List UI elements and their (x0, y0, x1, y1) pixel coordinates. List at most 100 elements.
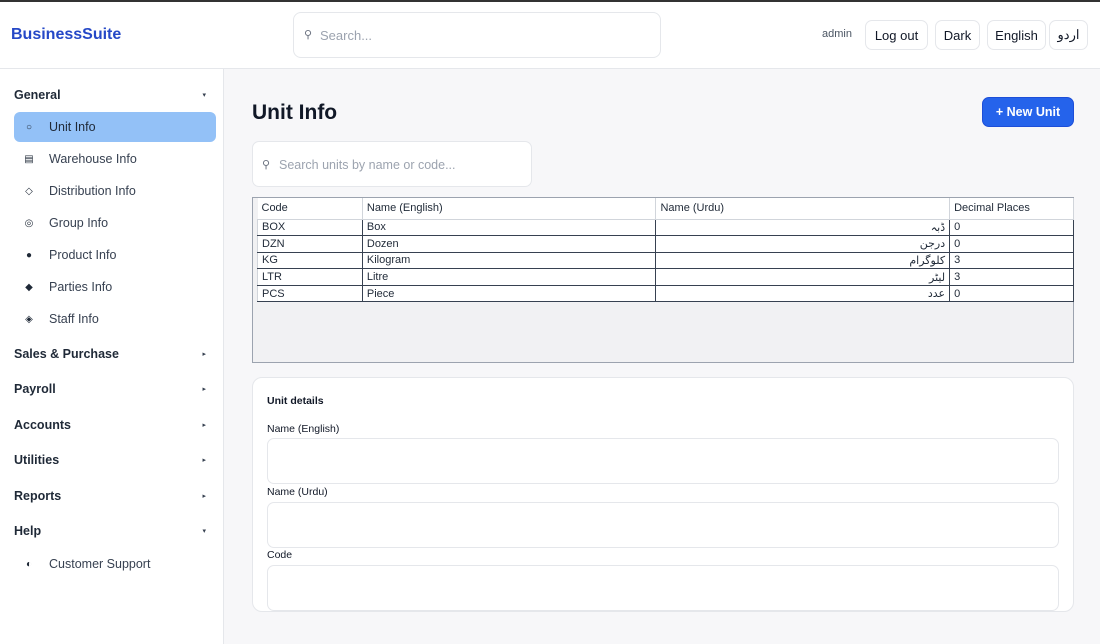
global-search[interactable]: ⚲ (293, 12, 661, 58)
sidebar: General ▾ ○ Unit Info ▤ Warehouse Info ◇… (0, 69, 224, 644)
sidebar-item-customer-support[interactable]: ◐ Customer Support (14, 549, 216, 579)
new-unit-button[interactable]: + New Unit (982, 97, 1074, 127)
code-label: Code (267, 549, 293, 561)
sidebar-group-accounts[interactable]: Accounts ▸ (14, 414, 210, 436)
cell-decimal-places[interactable]: 3 (949, 268, 1074, 286)
sidebar-item-staff-info[interactable]: ◈ Staff Info (14, 304, 216, 334)
sidebar-item-unit-info[interactable]: ○ Unit Info (14, 112, 216, 142)
cell-name-urdu[interactable]: درجن (655, 235, 951, 253)
sidebar-item-warehouse-info[interactable]: ▤ Warehouse Info (14, 144, 216, 174)
name-english-label: Name (English) (267, 423, 340, 435)
cell-name-urdu[interactable]: ڈبہ (655, 219, 951, 237)
sidebar-item-label: Customer Support (49, 557, 151, 571)
language-english-button[interactable]: English (987, 20, 1046, 50)
column-header-name-urdu[interactable]: Name (Urdu) (655, 198, 951, 220)
sidebar-group-sales-purchase[interactable]: Sales & Purchase ▸ (14, 343, 210, 365)
sidebar-item-label: Product Info (49, 248, 117, 262)
cell-code[interactable]: PCS (257, 285, 363, 303)
sidebar-item-label: Warehouse Info (49, 152, 137, 166)
caret-down-icon: ▾ (202, 92, 206, 99)
language-urdu-button[interactable]: اردو (1049, 20, 1088, 50)
column-header-code[interactable]: Code (257, 198, 363, 220)
sidebar-item-label: Parties Info (49, 280, 113, 294)
table-row[interactable]: DZN Dozen درجن 0 (257, 235, 1074, 253)
sidebar-group-label: General (14, 88, 61, 102)
cell-code[interactable]: LTR (257, 268, 363, 286)
cell-name-urdu-text: لیٹر (929, 271, 946, 284)
table-row[interactable]: PCS Piece عدد 0 (257, 285, 1074, 303)
cell-decimal-places[interactable]: 0 (949, 219, 1074, 237)
cell-name-urdu-text: عدد (927, 288, 946, 301)
cell-decimal-places[interactable]: 3 (949, 252, 1074, 270)
caret-right-icon: ▸ (202, 351, 206, 358)
cell-name-english[interactable]: Dozen (361, 235, 657, 253)
cell-code[interactable]: DZN (257, 235, 363, 253)
cell-name-urdu[interactable]: کلوگرام (655, 252, 951, 270)
diamond-outline-icon: ◇ (25, 185, 33, 197)
sidebar-item-label: Unit Info (49, 120, 96, 134)
global-search-input[interactable] (320, 25, 650, 45)
units-table: Code Name (English) Name (Urdu) Decimal … (257, 198, 1074, 303)
cell-decimal-places[interactable]: 0 (949, 285, 1074, 303)
cell-name-english[interactable]: Box (361, 219, 657, 237)
sidebar-group-payroll[interactable]: Payroll ▸ (14, 378, 210, 400)
code-field[interactable] (267, 565, 1059, 611)
cell-code[interactable]: KG (257, 252, 363, 270)
dot-icon: ● (25, 249, 33, 261)
cell-name-urdu-text: کلوگرام (909, 254, 946, 267)
table-row[interactable]: KG Kilogram کلوگرام 3 (257, 252, 1074, 270)
search-icon: ⚲ (304, 29, 313, 41)
sidebar-group-label: Reports (14, 489, 62, 503)
caret-right-icon: ▸ (202, 386, 206, 393)
table-row[interactable]: LTR Litre لیٹر 3 (257, 268, 1074, 286)
sidebar-item-label: Group Info (49, 216, 109, 230)
cell-name-english[interactable]: Piece (361, 285, 657, 303)
top-bar: BusinessSuite ⚲ admin Log out Dark Engli… (0, 2, 1100, 69)
brand-logo[interactable]: BusinessSuite (11, 26, 121, 44)
caret-right-icon: ▸ (202, 422, 206, 429)
sidebar-item-product-info[interactable]: ● Product Info (14, 240, 216, 270)
sidebar-group-general[interactable]: General ▾ (14, 84, 210, 106)
caret-right-icon: ▸ (202, 493, 206, 500)
name-english-field[interactable] (267, 438, 1059, 484)
sidebar-group-utilities[interactable]: Utilities ▸ (14, 449, 210, 471)
caret-right-icon: ▸ (202, 457, 206, 464)
cell-name-urdu[interactable]: عدد (655, 285, 951, 303)
sidebar-group-label: Help (14, 524, 42, 538)
cell-decimal-places[interactable]: 0 (949, 235, 1074, 253)
half-circle-icon: ◐ (25, 558, 33, 570)
sidebar-group-label: Payroll (14, 382, 56, 396)
table-header-row: Code Name (English) Name (Urdu) Decimal … (257, 198, 1074, 220)
diamond-dot-icon: ◈ (25, 313, 33, 325)
name-urdu-field[interactable] (267, 502, 1059, 548)
diamond-icon: ◆ (25, 281, 33, 293)
cell-name-urdu[interactable]: لیٹر (655, 268, 951, 286)
sidebar-group-label: Sales & Purchase (14, 347, 119, 361)
warehouse-icon: ▤ (24, 153, 34, 165)
cell-name-english[interactable]: Litre (361, 268, 657, 286)
sidebar-item-label: Staff Info (49, 312, 99, 326)
column-header-decimal-places[interactable]: Decimal Places (949, 198, 1074, 220)
unit-search-input[interactable] (279, 155, 524, 175)
table-row[interactable]: BOX Box ڈبہ 0 (257, 219, 1074, 237)
cell-code[interactable]: BOX (257, 219, 363, 237)
unit-details-panel: Unit details Name (English) Name (Urdu) … (252, 377, 1074, 612)
theme-toggle-button[interactable]: Dark (935, 20, 980, 50)
sidebar-item-group-info[interactable]: ◎ Group Info (14, 208, 216, 238)
logout-button[interactable]: Log out (865, 20, 928, 50)
name-urdu-label: Name (Urdu) (267, 486, 328, 498)
unit-search[interactable]: ⚲ (252, 141, 532, 187)
sidebar-group-label: Utilities (14, 453, 60, 467)
page-title: Unit Info (252, 101, 338, 124)
main-content: Unit Info + New Unit ⚲ Code Name (Englis… (224, 69, 1100, 644)
cell-name-english[interactable]: Kilogram (361, 252, 657, 270)
sidebar-item-distribution-info[interactable]: ◇ Distribution Info (14, 176, 216, 206)
sidebar-item-parties-info[interactable]: ◆ Parties Info (14, 272, 216, 302)
column-header-name-english[interactable]: Name (English) (362, 198, 657, 220)
sidebar-group-label: Accounts (14, 418, 71, 432)
units-grid[interactable]: Code Name (English) Name (Urdu) Decimal … (252, 197, 1074, 363)
sidebar-item-label: Distribution Info (49, 184, 136, 198)
sidebar-group-help[interactable]: Help ▾ (14, 520, 210, 542)
target-icon: ◎ (24, 217, 34, 229)
sidebar-group-reports[interactable]: Reports ▸ (14, 485, 210, 507)
